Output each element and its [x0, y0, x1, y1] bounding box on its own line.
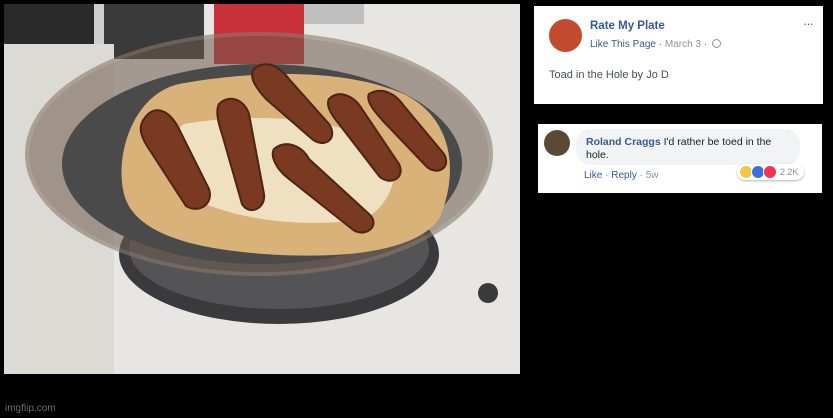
- more-options-icon[interactable]: ···: [803, 16, 814, 31]
- facebook-post-card: Rate My Plate Like This Page · March 3 ·…: [534, 6, 823, 104]
- meta-separator: ·: [703, 39, 710, 50]
- comment-like-link[interactable]: Like: [584, 170, 602, 181]
- globe-icon: [711, 39, 721, 48]
- page-avatar[interactable]: [549, 19, 582, 52]
- food-photo: [4, 4, 520, 374]
- comment-card: Roland Craggs I'd rather be toed in the …: [538, 124, 822, 193]
- post-meta: Like This Page · March 3 ·: [590, 39, 721, 50]
- love-reaction-icon: [763, 165, 777, 179]
- comment-age[interactable]: 5w: [646, 170, 659, 181]
- reaction-summary[interactable]: 2.2K: [737, 164, 804, 180]
- post-date[interactable]: March 3: [665, 39, 701, 50]
- commenter-name-link[interactable]: Roland Craggs: [586, 136, 661, 148]
- commenter-avatar[interactable]: [544, 130, 570, 156]
- post-text: Toad in the Hole by Jo D: [549, 69, 669, 81]
- like-page-link[interactable]: Like This Page: [590, 39, 656, 50]
- reaction-count: 2.2K: [780, 167, 799, 177]
- watermark: imgflip.com: [5, 403, 56, 414]
- comment-bubble: Roland Craggs I'd rather be toed in the …: [576, 129, 800, 165]
- page-name-link[interactable]: Rate My Plate: [590, 20, 665, 32]
- comment-reply-link[interactable]: Reply: [611, 170, 637, 181]
- comment-actions: Like · Reply · 5w: [584, 170, 659, 181]
